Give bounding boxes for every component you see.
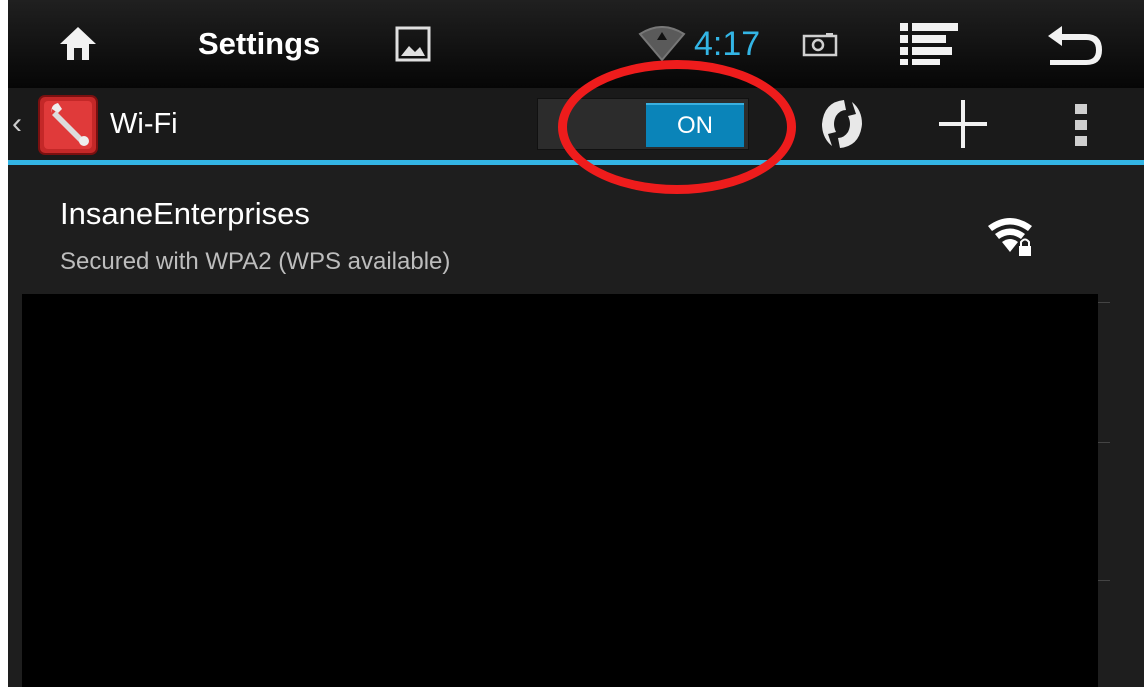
add-network-icon[interactable] bbox=[935, 96, 991, 152]
status-time: 4:17 bbox=[694, 25, 761, 63]
list-divider bbox=[1098, 302, 1110, 303]
status-title: Settings bbox=[198, 26, 321, 61]
system-bar bbox=[8, 0, 1144, 88]
list-divider bbox=[1098, 580, 1110, 581]
network-name: InsaneEnterprises bbox=[60, 196, 310, 231]
refresh-icon[interactable] bbox=[814, 96, 874, 152]
overflow-menu-icon[interactable] bbox=[1066, 100, 1096, 152]
wifi-status-icon bbox=[636, 24, 688, 64]
screenshot-icon bbox=[800, 28, 840, 60]
page-title: Wi-Fi bbox=[110, 108, 178, 140]
gallery-icon bbox=[391, 22, 435, 66]
up-navigation-icon[interactable]: ‹ bbox=[12, 104, 34, 144]
home-icon[interactable] bbox=[48, 18, 108, 70]
menu-list-icon[interactable] bbox=[894, 18, 964, 70]
network-security-status: Secured with WPA2 (WPS available) bbox=[60, 248, 451, 275]
wifi-signal-locked-icon bbox=[986, 214, 1036, 258]
settings-wrench-icon[interactable] bbox=[38, 95, 98, 155]
list-divider bbox=[1098, 442, 1110, 443]
redacted-region bbox=[22, 294, 1098, 687]
back-icon[interactable] bbox=[1038, 18, 1108, 70]
